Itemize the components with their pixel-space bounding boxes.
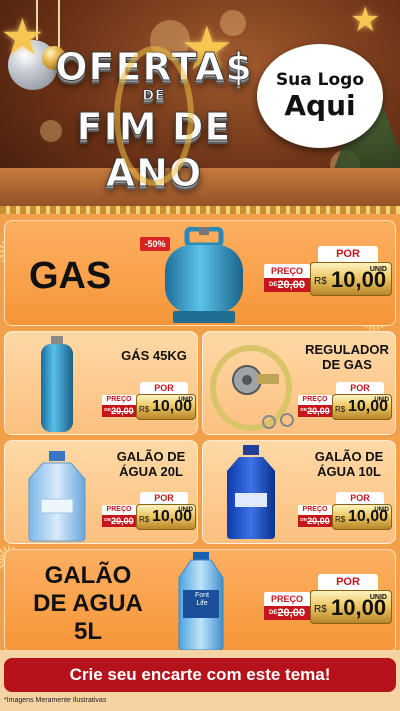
product-name: REGULADOR DE GAS bbox=[299, 342, 395, 372]
product-name: GALÃO DE ÁGUA 20L bbox=[105, 449, 197, 479]
cta-banner[interactable]: Crie seu encarte com este tema! bbox=[4, 658, 396, 692]
preco-label: PREÇO bbox=[302, 506, 328, 513]
product-name-line-1: REGULADOR bbox=[305, 342, 389, 357]
product-name: GALÃO DE ÁGUA 10L bbox=[303, 449, 395, 479]
old-price: DE20,00 bbox=[102, 405, 136, 417]
old-price: DE20,00 bbox=[102, 515, 136, 527]
new-price-box: R$ 10,00 UNID bbox=[332, 394, 392, 420]
gas-cylinder-icon bbox=[165, 227, 243, 323]
bottle-brand-line-2: Life bbox=[196, 600, 208, 607]
product-name-line-2: ÁGUA 20L bbox=[119, 464, 183, 479]
new-price-box: R$ 10,00 UNID bbox=[310, 262, 392, 296]
price-tag: POR PREÇO DE20,00 R$ 10,00 UNID bbox=[102, 492, 198, 532]
unit-label: UNID bbox=[178, 507, 193, 513]
unit-label: UNID bbox=[369, 594, 387, 601]
por-label: POR bbox=[336, 382, 384, 394]
preco-label: PREÇO bbox=[106, 506, 132, 513]
currency-symbol: R$ bbox=[139, 515, 150, 524]
ornament-string bbox=[58, 0, 60, 48]
discount-badge: -50% bbox=[140, 237, 170, 251]
unit-label: UNID bbox=[374, 507, 389, 513]
currency-symbol: R$ bbox=[335, 405, 346, 414]
product-name: GÁS 45KG bbox=[121, 348, 187, 363]
disclaimer-text: *Imagens Meramente Ilustrativas bbox=[4, 697, 107, 704]
price-tag: POR PREÇO DE20,00 R$ 10,00 UNID bbox=[298, 382, 394, 422]
old-price: DE20,00 bbox=[298, 405, 332, 417]
price-tag: POR PREÇO DE20,00 R$ 10,00 UNID bbox=[262, 246, 394, 298]
bottle-brand-line-1: Font bbox=[194, 592, 209, 599]
por-label: POR bbox=[140, 492, 188, 504]
old-price-box: PREÇO DE20,00 bbox=[102, 505, 136, 527]
old-price-box: PREÇO DE20,00 bbox=[298, 395, 332, 417]
price-tag: POR PREÇO DE20,00 R$ 10,00 UNID bbox=[262, 574, 394, 626]
gold-divider bbox=[0, 206, 400, 214]
unit-label: UNID bbox=[374, 397, 389, 403]
product-name-line-2: ÁGUA 10L bbox=[317, 464, 381, 479]
old-price-box: PREÇO DE20,00 bbox=[264, 264, 310, 292]
bottle-label: Font Life bbox=[192, 592, 212, 608]
promo-title: OFERTA$ DE FIM DE ANO bbox=[54, 46, 254, 196]
new-price-box: R$ 10,00 UNID bbox=[136, 504, 196, 530]
price-tag: POR PREÇO DE20,00 R$ 10,00 UNID bbox=[298, 492, 394, 532]
water-jug-20l-icon bbox=[28, 451, 86, 542]
currency-symbol: R$ bbox=[139, 405, 150, 414]
product-name-line-1: GALÃO DE bbox=[314, 449, 384, 464]
star-icon: ★ bbox=[350, 0, 381, 40]
product-name-line-3: 5L bbox=[73, 618, 102, 645]
product-name: GALÃO DE AGUA 5L bbox=[23, 562, 153, 646]
price-tag: POR PREÇO DE20,00 R$ 10,00 UNID bbox=[102, 382, 198, 422]
product-name: GAS bbox=[29, 255, 112, 297]
unit-label: UNID bbox=[178, 397, 193, 403]
old-price-box: PREÇO DE20,00 bbox=[298, 505, 332, 527]
logo-line-2: Aqui bbox=[284, 89, 356, 122]
old-price-box: PREÇO DE20,00 bbox=[102, 395, 136, 417]
preco-label: PREÇO bbox=[270, 594, 303, 604]
new-price-box: R$ 10,00 UNID bbox=[310, 590, 392, 624]
gas-cylinder-45kg-icon bbox=[41, 336, 73, 432]
cta-text: Crie seu encarte com este tema! bbox=[69, 665, 331, 684]
por-label: POR bbox=[336, 492, 384, 504]
logo-line-1: Sua Logo bbox=[275, 70, 365, 90]
preco-label: PREÇO bbox=[302, 396, 328, 403]
gas-regulator-icon bbox=[210, 345, 294, 431]
old-price-box: PREÇO DE20,00 bbox=[264, 592, 310, 620]
water-jug-10l-icon bbox=[227, 445, 275, 539]
header-banner: ★ ★ ★ OFERTA$ DE FIM DE ANO Sua Logo Aqu… bbox=[0, 0, 400, 212]
logo-placeholder: Sua Logo Aqui bbox=[257, 44, 383, 148]
por-label: POR bbox=[140, 382, 188, 394]
por-label: POR bbox=[318, 574, 378, 590]
new-price-box: R$ 10,00 UNID bbox=[136, 394, 196, 420]
title-ring bbox=[114, 46, 194, 186]
product-name-line-2: DE GAS bbox=[322, 357, 372, 372]
old-price: DE20,00 bbox=[298, 515, 332, 527]
new-price-box: R$ 10,00 UNID bbox=[332, 504, 392, 530]
preco-label: PREÇO bbox=[270, 266, 303, 276]
old-price: DE20,00 bbox=[264, 278, 310, 292]
currency-symbol: R$ bbox=[314, 276, 327, 287]
product-name-line-1: GALÃO bbox=[44, 562, 132, 589]
product-name-line-1: GALÃO DE bbox=[116, 449, 186, 464]
product-name-line-2: DE AGUA bbox=[33, 590, 143, 617]
star-icon: ★ bbox=[0, 8, 45, 66]
currency-symbol: R$ bbox=[314, 604, 327, 615]
unit-label: UNID bbox=[369, 266, 387, 273]
old-price: DE20,00 bbox=[264, 606, 310, 620]
por-label: POR bbox=[318, 246, 378, 262]
currency-symbol: R$ bbox=[335, 515, 346, 524]
preco-label: PREÇO bbox=[106, 396, 132, 403]
